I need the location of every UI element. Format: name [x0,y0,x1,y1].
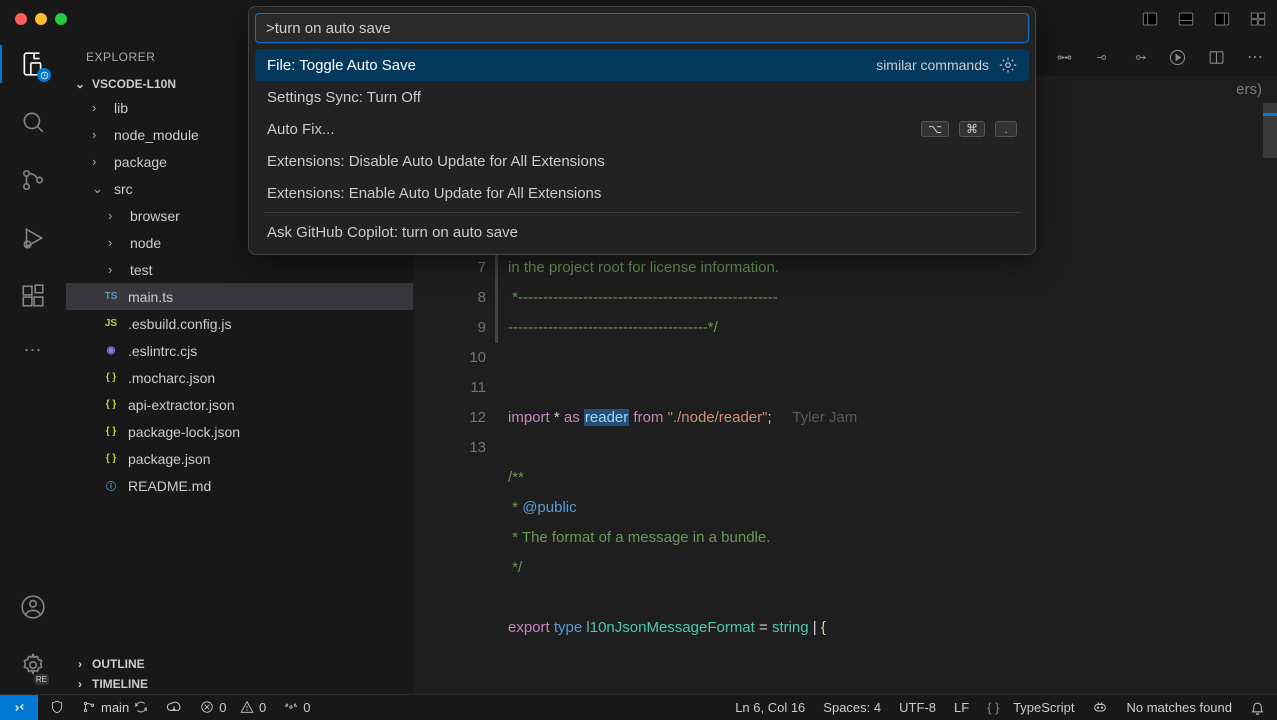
scroll-marker [1263,113,1277,116]
language-status[interactable]: { } TypeScript [987,700,1074,715]
maximize-window-icon[interactable] [55,13,67,25]
file-item[interactable]: JS.esbuild.config.js [66,310,413,337]
notifications-icon[interactable] [1250,700,1265,715]
indentation-status[interactable]: Spaces: 4 [823,700,881,715]
workspace-name: VSCODE-L10N [92,77,176,91]
scrollbar[interactable] [1263,103,1277,663]
layout-controls [1141,10,1267,28]
explorer-tab[interactable] [19,50,47,78]
search-tab[interactable] [19,108,47,136]
minimize-window-icon[interactable] [35,13,47,25]
cloud-sync-icon[interactable] [166,699,182,715]
status-bar: main 0 0 0 Ln 6, Col 16 Spaces: 4 UTF-8 … [0,694,1277,719]
command-palette: File: Toggle Auto Savesimilar commandsSe… [248,6,1036,255]
outline-section[interactable]: ›OUTLINE [66,654,413,674]
activity-bar: ⋯ RE [0,38,66,694]
palette-item[interactable]: File: Toggle Auto Savesimilar commands [255,49,1029,81]
eol-status[interactable]: LF [954,700,969,715]
source-control-tab[interactable] [19,166,47,194]
minimap[interactable] [1201,103,1263,663]
more-editor-actions-icon[interactable]: ⋯ [1247,47,1263,67]
timeline-section[interactable]: ›TIMELINE [66,674,413,694]
folder-item[interactable]: ›test [66,256,413,283]
next-change-icon[interactable] [1132,50,1147,65]
extensions-tab[interactable] [19,282,47,310]
file-item[interactable]: ◉.eslintrc.cjs [66,337,413,364]
ports-status[interactable]: 0 [284,700,310,715]
search-matches-status[interactable]: No matches found [1126,700,1232,715]
file-item[interactable]: { }api-extractor.json [66,391,413,418]
split-editor-icon[interactable] [1208,49,1225,66]
problems-status[interactable]: 0 0 [200,700,266,715]
palette-item[interactable]: Ask GitHub Copilot: turn on auto save [255,216,1029,248]
command-palette-input[interactable] [255,13,1029,43]
encoding-status[interactable]: UTF-8 [899,700,936,715]
file-item[interactable]: { }.mocharc.json [66,364,413,391]
pending-changes-badge-icon [37,68,51,82]
branch-status[interactable]: main [82,700,148,715]
file-item[interactable]: { }package-lock.json [66,418,413,445]
accounts-icon[interactable] [19,593,47,621]
palette-item[interactable]: Extensions: Disable Auto Update for All … [255,145,1029,177]
file-item[interactable]: { }package.json [66,445,413,472]
close-window-icon[interactable] [15,13,27,25]
remote-button[interactable] [0,695,38,720]
settings-gear-icon[interactable]: RE [19,651,47,679]
run-debug-tab[interactable] [19,224,47,252]
copilot-status-icon[interactable] [1092,699,1108,715]
command-palette-list: File: Toggle Auto Savesimilar commandsSe… [255,49,1029,248]
cursor-position[interactable]: Ln 6, Col 16 [735,700,805,715]
compare-changes-icon[interactable] [1056,49,1073,66]
prev-change-icon[interactable] [1095,50,1110,65]
palette-item[interactable]: Settings Sync: Turn Off [255,81,1029,113]
run-file-icon[interactable] [1169,49,1186,66]
trust-badge[interactable] [50,700,64,714]
window-controls [10,13,67,25]
file-item[interactable]: TSmain.ts [66,283,413,310]
more-views-icon[interactable]: ⋯ [24,340,43,361]
palette-item[interactable]: Extensions: Enable Auto Update for All E… [255,177,1029,209]
panel-bottom-icon[interactable] [1177,10,1195,28]
file-item[interactable]: ⓘREADME.md [66,472,413,499]
customize-layout-icon[interactable] [1249,10,1267,28]
scroll-thumb[interactable] [1263,103,1277,158]
panel-right-icon[interactable] [1213,10,1231,28]
panel-left-icon[interactable] [1141,10,1159,28]
release-badge: RE [34,674,49,685]
palette-item[interactable]: Auto Fix...⌥⌘. [255,113,1029,145]
